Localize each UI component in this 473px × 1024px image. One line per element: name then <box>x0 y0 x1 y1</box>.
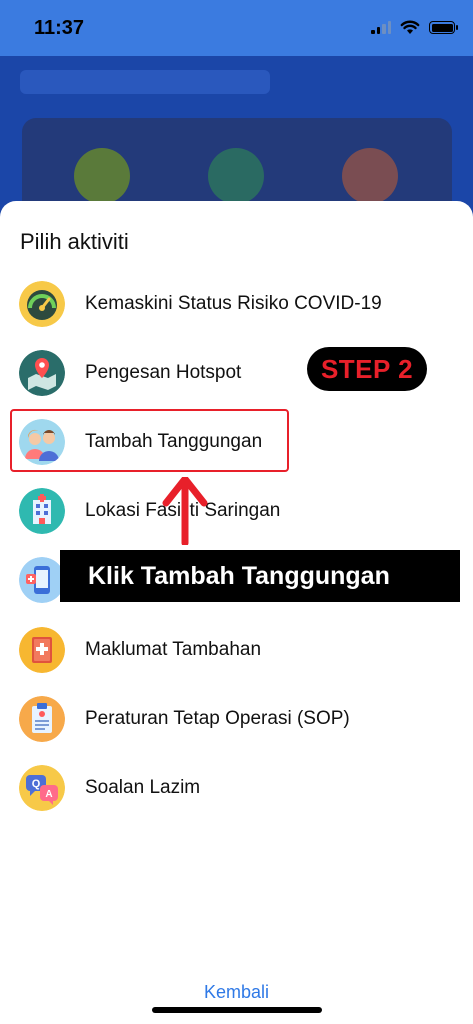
menu-item-maklumat-tambahan[interactable]: Maklumat Tambahan <box>0 619 473 681</box>
instruction-text: Klik Tambah Tanggungan <box>88 561 390 590</box>
step-badge-text: STEP 2 <box>320 353 414 384</box>
back-button[interactable]: Kembali <box>0 982 473 1003</box>
menu-item-label: Pengesan Hotspot <box>85 362 242 383</box>
menu-item-label: Peraturan Tetap Operasi (SOP) <box>85 708 350 729</box>
status-bar: 11:37 <box>0 0 473 56</box>
menu-item-lokasi-fasiliti[interactable]: Lokasi Fasiliti Saringan <box>0 480 473 542</box>
up-arrow-icon <box>162 477 208 545</box>
background-icon <box>342 148 398 204</box>
menu-item-kemaskini-status[interactable]: Kemaskini Status Risiko COVID-19 <box>0 273 473 335</box>
battery-icon <box>429 21 458 34</box>
background-title <box>20 70 270 94</box>
menu-item-soalan-lazim[interactable]: Q A Soalan Lazim <box>0 757 473 819</box>
first-aid-book-icon <box>19 627 65 673</box>
menu-item-label: Maklumat Tambahan <box>85 639 262 660</box>
background-icon <box>208 148 264 204</box>
medical-phone-icon <box>19 557 65 603</box>
svg-text:A: A <box>45 789 52 800</box>
svg-text:Q: Q <box>32 778 41 790</box>
wifi-icon <box>400 20 420 34</box>
status-icons <box>371 20 458 35</box>
background-app <box>0 56 473 216</box>
activity-sheet: Pilih aktiviti Kemaskini Status Risiko C… <box>0 201 473 1024</box>
map-pin-icon <box>19 350 65 396</box>
sheet-title: Pilih aktiviti <box>20 229 129 254</box>
step-badge: STEP 2 <box>307 347 427 391</box>
risk-gauge-icon <box>19 281 65 327</box>
menu-item-label: Soalan Lazim <box>85 777 201 798</box>
menu-item-label: Kemaskini Status Risiko COVID-19 <box>85 293 382 314</box>
instruction-banner: Klik Tambah Tanggungan <box>60 550 460 602</box>
highlight-box <box>10 409 289 472</box>
cellular-signal-icon <box>371 21 391 34</box>
home-indicator[interactable] <box>152 1007 322 1013</box>
hospital-icon <box>19 488 65 534</box>
background-icon <box>74 148 130 204</box>
status-time: 11:37 <box>34 17 85 39</box>
faq-icon: Q A <box>19 765 65 811</box>
clipboard-icon <box>19 696 65 742</box>
menu-item-sop[interactable]: Peraturan Tetap Operasi (SOP) <box>0 688 473 750</box>
